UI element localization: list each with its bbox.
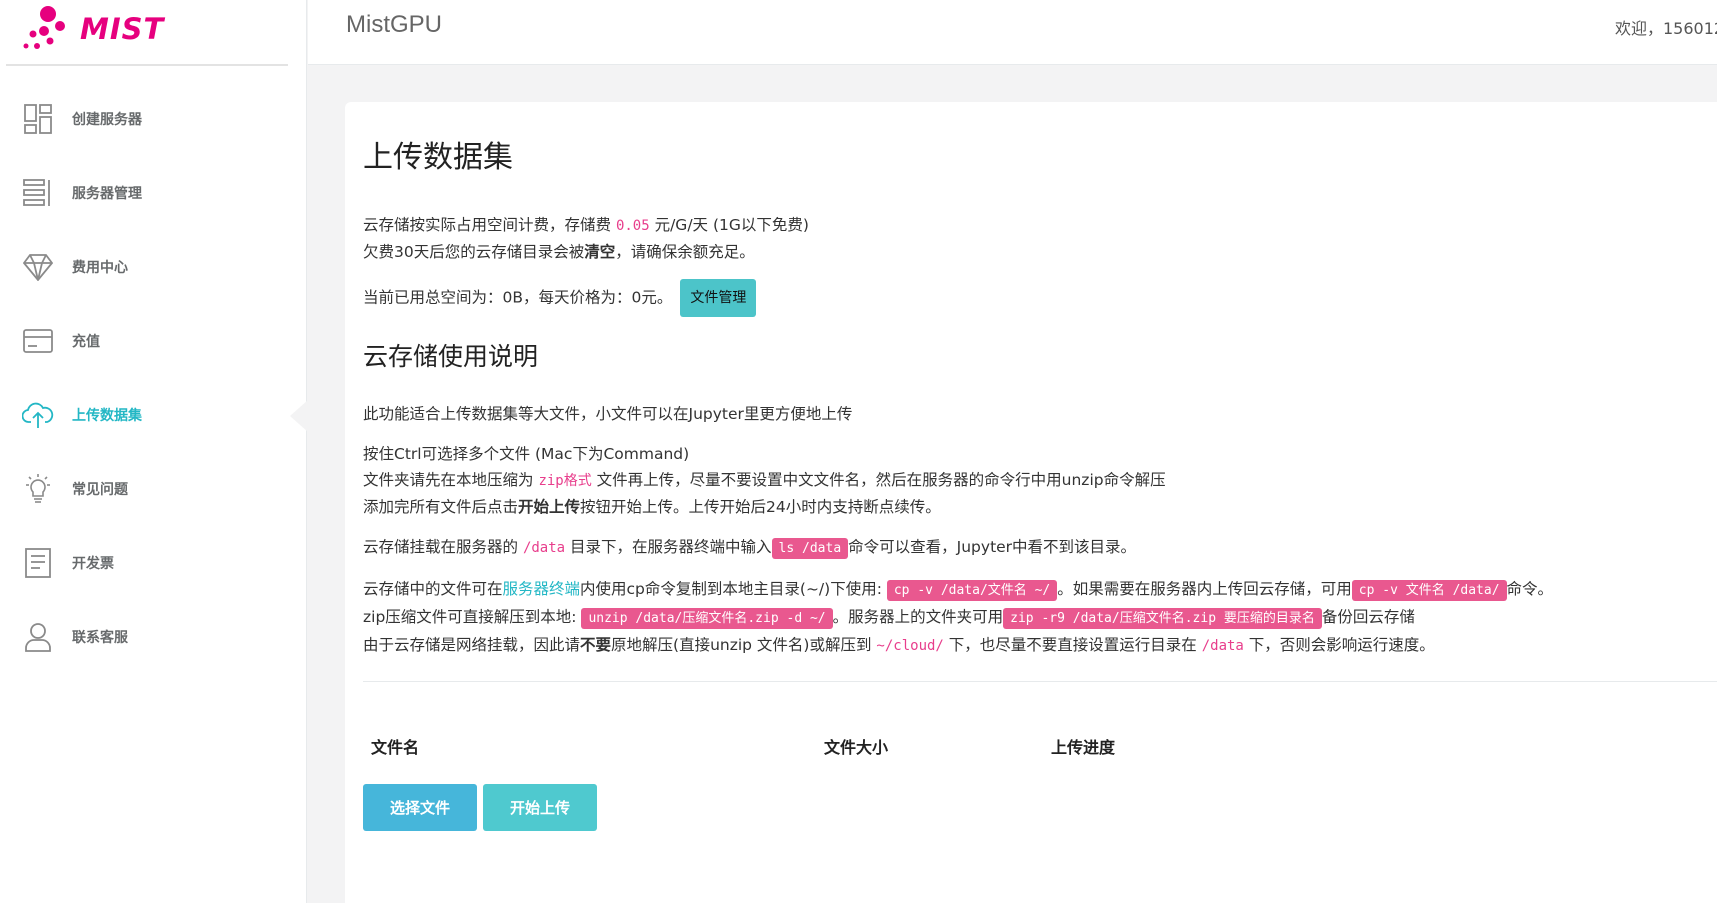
note-4-line-2: zip压缩文件可直接解压到本地: unzip /data/压缩文件名.zip -… (363, 604, 1717, 632)
column-progress: 上传进度 (1051, 738, 1116, 757)
note-bold: 不要 (580, 636, 612, 654)
credit-card-icon (22, 325, 54, 357)
logo-dots-icon (23, 6, 65, 49)
server-terminal-link[interactable]: 服务器终端 (503, 580, 581, 598)
pricing-warning-suffix: ，请确保余额充足。 (615, 243, 755, 261)
dashboard-icon (22, 103, 54, 135)
note-2-line-3: 添加完所有文件后点击开始上传按钮开始上传。上传开始后24小时内支持断点续传。 (363, 494, 1717, 520)
sidebar-item-label: 上传数据集 (72, 408, 142, 424)
active-indicator (290, 400, 308, 432)
welcome-user[interactable]: 欢迎，156012 (1615, 15, 1717, 39)
invoice-icon (22, 547, 54, 579)
note-2: 按住Ctrl可选择多个文件 (Mac下为Command) 文件夹请先在本地压缩为… (363, 441, 1717, 520)
app-title: MistGPU (346, 11, 442, 38)
content-divider (363, 681, 1717, 682)
data-path-code: /data (1201, 638, 1244, 654)
sidebar-item-label: 服务器管理 (72, 186, 142, 202)
zip-format-code: zip格式 (538, 473, 592, 489)
logo-divider (6, 64, 288, 66)
note-text: 下，否则会影响运行速度。 (1243, 636, 1435, 654)
upload-actions: 选择文件 开始上传 (363, 784, 1717, 844)
note-2-line-1: 按住Ctrl可选择多个文件 (Mac下为Command) (363, 445, 690, 463)
logo[interactable]: MIST (22, 4, 172, 52)
note-4-line-3: 由于云存储是网络挂载，因此请不要原地解压(直接unzip 文件名)或解压到 ~/… (363, 632, 1717, 659)
pricing-unit: 元/G/天 (1G以下免费) (649, 216, 809, 234)
pricing-line-1: 云存储按实际占用空间计费，存储费 0.05 元/G/天 (1G以下免费) (363, 212, 1717, 239)
main-content: 上传数据集 云存储按实际占用空间计费，存储费 0.05 元/G/天 (1G以下免… (363, 132, 1717, 844)
note-text: 云存储中的文件可在 (363, 580, 503, 598)
user-icon (22, 621, 54, 653)
note-text: 云存储挂载在服务器的 (363, 538, 523, 556)
pricing-line-2: 欠费30天后您的云存储目录会被清空，请确保余额充足。 (363, 239, 1717, 265)
sidebar-nav: 创建服务器 服务器管理 费用中心 充值 上传数据集 常见问题 开发票 联系客服 (0, 82, 308, 674)
cp-download-code: cp -v /data/文件名 ~/ (886, 580, 1058, 601)
unzip-command-code: unzip /data/压缩文件名.zip -d ~/ (581, 608, 833, 629)
note-text: 文件夹请先在本地压缩为 (363, 471, 539, 489)
server-list-icon (22, 177, 54, 209)
file-table-header: 文件名 文件大小 上传进度 (363, 714, 1717, 784)
section-title: 云存储使用说明 (363, 342, 539, 371)
note-text: zip压缩文件可直接解压到本地: (363, 608, 582, 626)
sidebar-item-label: 开发票 (72, 556, 114, 572)
note-text: 命令。 (1506, 580, 1554, 598)
start-upload-button[interactable]: 开始上传 (483, 784, 597, 831)
sidebar-item-recharge[interactable]: 充值 (0, 304, 307, 378)
page-title: 上传数据集 (363, 140, 513, 175)
sidebar-item-label: 创建服务器 (72, 112, 142, 128)
sidebar-item-invoice[interactable]: 开发票 (0, 526, 307, 600)
note-text: 。如果需要在服务器内上传回云存储，可用 (1057, 580, 1352, 598)
logo-text: MIST (80, 12, 165, 46)
cp-upload-code: cp -v 文件名 /data/ (1351, 580, 1507, 601)
note-3: 云存储挂载在服务器的 /data 目录下，在服务器终端中输入 ls /data 命令… (363, 534, 1717, 562)
column-filename: 文件名 (371, 738, 420, 757)
main-card: 上传数据集 云存储按实际占用空间计费，存储费 0.05 元/G/天 (1G以下免… (345, 102, 1717, 903)
sidebar-item-server-manage[interactable]: 服务器管理 (0, 156, 307, 230)
usage-text: 当前已用总空间为：0B，每天价格为：0元。 (363, 288, 673, 307)
note-text: 内使用cp命令复制到本地主目录(~/)下使用: (580, 580, 887, 598)
pricing-text: 云存储按实际占用空间计费，存储费 (363, 216, 616, 234)
ls-command-code: ls /data (771, 538, 849, 559)
note-text: 下，也尽量不要直接设置运行目录在 (943, 636, 1202, 654)
sidebar-item-upload-dataset[interactable]: 上传数据集 (0, 378, 308, 452)
note-text: 由于云存储是网络挂载，因此请 (363, 636, 581, 654)
note-text: 原地解压(直接unzip 文件名)或解压到 (611, 636, 877, 654)
lightbulb-icon (22, 473, 54, 505)
note-text: 命令可以查看，Jupyter中看不到该目录。 (848, 538, 1137, 556)
sidebar-item-label: 费用中心 (72, 260, 128, 276)
file-manage-button[interactable]: 文件管理 (680, 279, 757, 317)
sidebar-item-label: 联系客服 (72, 630, 128, 646)
pricing-warning-bold: 清空 (584, 243, 616, 261)
note-2-line-2: 文件夹请先在本地压缩为 zip格式 文件再上传，尽量不要设置中文文件名，然后在服… (363, 467, 1717, 494)
note-text: 目录下，在服务器终端中输入 (565, 538, 772, 556)
note-text: 按钮开始上传。上传开始后24小时内支持断点续传。 (580, 498, 941, 516)
sidebar-item-billing[interactable]: 费用中心 (0, 230, 307, 304)
select-files-button[interactable]: 选择文件 (363, 784, 477, 831)
sidebar: MIST 创建服务器 服务器管理 费用中心 充值 上传数据集 常见问题 开发票 … (0, 0, 308, 903)
sidebar-item-label: 常见问题 (72, 482, 128, 498)
cloud-upload-icon (22, 399, 54, 431)
pricing-warning: 欠费30天后您的云存储目录会被 (363, 243, 585, 261)
column-filesize: 文件大小 (824, 738, 889, 757)
cloud-path-code: ~/cloud/ (876, 638, 944, 654)
usage-line: 当前已用总空间为：0B，每天价格为：0元。 文件管理 (363, 279, 1717, 317)
note-1: 此功能适合上传数据集等大文件，小文件可以在Jupyter里更方便地上传 (363, 405, 853, 423)
note-bold: 开始上传 (518, 498, 581, 516)
diamond-icon (22, 251, 54, 283)
note-text: 。服务器上的文件夹可用 (832, 608, 1004, 626)
zip-command-code: zip -r9 /data/压缩文件名.zip 要压缩的目录名 (1003, 608, 1322, 629)
note-4-line-1: 云存储中的文件可在服务器终端内使用cp命令复制到本地主目录(~/)下使用: cp… (363, 576, 1717, 604)
top-bar: MistGPU 欢迎，156012 (308, 0, 1717, 65)
sidebar-item-faq[interactable]: 常见问题 (0, 452, 307, 526)
price-value: 0.05 (615, 218, 650, 234)
note-4: 云存储中的文件可在服务器终端内使用cp命令复制到本地主目录(~/)下使用: cp… (363, 576, 1717, 659)
sidebar-item-label: 充值 (72, 334, 100, 350)
note-text: 备份回云存储 (1321, 608, 1415, 626)
note-text: 添加完所有文件后点击 (363, 498, 519, 516)
sidebar-item-contact[interactable]: 联系客服 (0, 600, 307, 674)
sidebar-item-create-server[interactable]: 创建服务器 (0, 82, 307, 156)
note-text: 文件再上传，尽量不要设置中文文件名，然后在服务器的命令行中用unzip命令解压 (591, 471, 1166, 489)
data-path-code: /data (522, 540, 566, 556)
